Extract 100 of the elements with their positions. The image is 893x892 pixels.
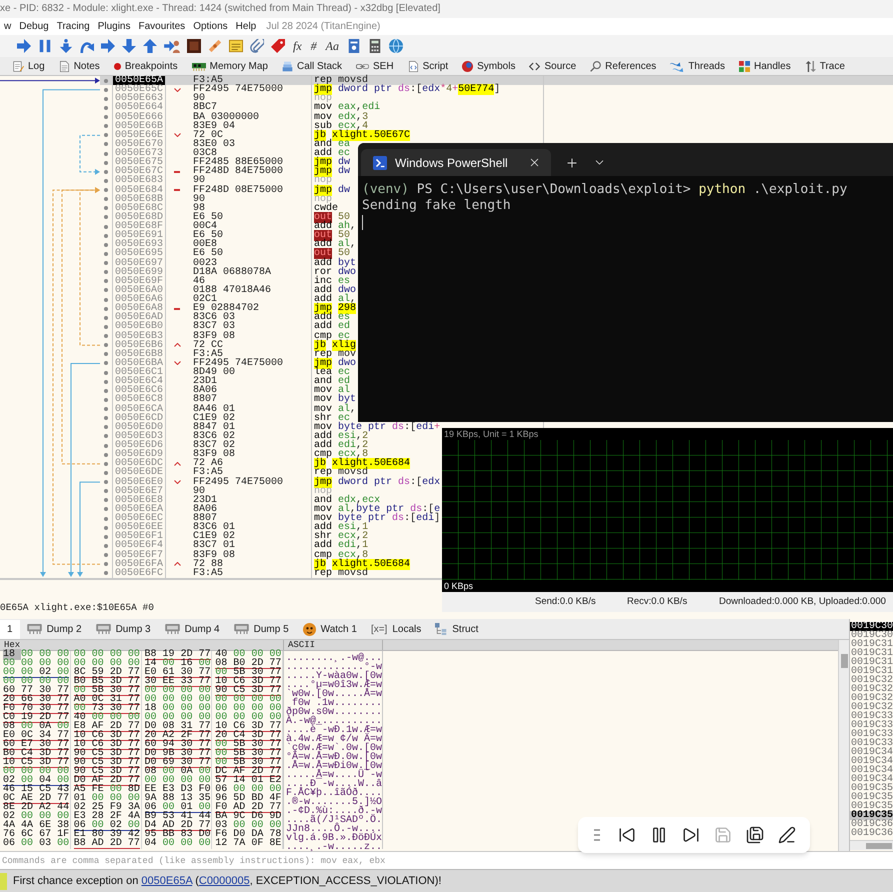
stack-address[interactable]: 0019C30 (850, 631, 893, 640)
menu-item[interactable]: Options (189, 20, 232, 34)
menu-item[interactable]: Help (232, 20, 260, 34)
tab[interactable]: Dump 2 (20, 620, 89, 638)
status-link[interactable]: C0000005 (198, 874, 250, 887)
grip-icon[interactable] (594, 829, 600, 841)
toolbar-button[interactable]: fx (292, 38, 303, 54)
stack-address[interactable]: 0019C32 (850, 703, 893, 712)
tab[interactable]: Log (6, 57, 52, 75)
note-icon[interactable] (229, 39, 243, 53)
stack-address[interactable]: 0019C32 (850, 694, 893, 703)
tab[interactable]: Notes (52, 57, 107, 75)
instruction-bytes: F3:A5 (193, 467, 224, 478)
stack-address[interactable]: 0019C31 (850, 667, 893, 676)
ascii-text: .....Y-wàa0w.[0w (286, 671, 382, 682)
stack-address[interactable]: 0019C31 (850, 640, 893, 649)
status-link[interactable]: 0050E65A (141, 874, 192, 887)
stack-address[interactable]: 0019C35 (850, 784, 893, 793)
address-cell: 0050E6D3 (112, 432, 166, 441)
build-info: Jul 28 2024 (TitanEngine) (265, 20, 380, 34)
tab[interactable]: SEH (349, 57, 401, 75)
tab[interactable]: Trace (798, 57, 852, 75)
plus-icon[interactable] (565, 156, 579, 170)
stack-address[interactable]: 0019C32 (850, 685, 893, 694)
tab[interactable]: Dump 3 (88, 620, 158, 638)
close-icon[interactable] (528, 156, 541, 169)
tab[interactable]: Watch 1 (296, 620, 364, 638)
tile-icon[interactable] (187, 39, 201, 53)
tab[interactable]: Breakpoints (106, 57, 185, 75)
instruction: jb xlight.50E684 (314, 558, 410, 570)
tab[interactable]: Call Stack (274, 57, 349, 75)
hex-bytes: B8 AD 2D 77 (74, 840, 140, 849)
tab[interactable]: References (583, 57, 664, 75)
stack-address[interactable]: 0019C31 (850, 658, 893, 667)
calculator-icon[interactable] (368, 39, 382, 53)
tab[interactable]: Dump 4 (158, 620, 227, 638)
wave-arrows-icon (670, 60, 684, 72)
stack-address[interactable]: 0019C36 (850, 829, 893, 838)
stack-address[interactable]: 0019C34 (850, 748, 893, 757)
instruction-bytes: E6 50 (193, 248, 224, 260)
toolbar-button[interactable]: Aa (324, 38, 340, 54)
arrow-person-icon[interactable] (164, 39, 180, 53)
ascii-text: .Å=w.Å=wÐi0w.[0w (286, 761, 382, 772)
menu-item[interactable]: Favourites (134, 20, 190, 34)
stack-address[interactable]: 0019C33 (850, 721, 893, 730)
paperclip-icon[interactable] (250, 39, 264, 53)
menu-item[interactable]: Debug (15, 20, 53, 34)
skip-back-icon[interactable] (618, 826, 636, 844)
stack-address[interactable]: 0019C34 (850, 775, 893, 784)
menu-item[interactable]: Tracing (52, 20, 94, 34)
terminal-tab[interactable]: Windows PowerShell (361, 149, 551, 176)
menu-item[interactable]: Plugins (94, 20, 134, 34)
save-all-icon[interactable] (746, 826, 764, 844)
tab[interactable]: Handles (732, 57, 798, 75)
menu-item[interactable]: w (0, 20, 16, 34)
toolbar-button[interactable]: # (310, 38, 318, 54)
stack-address[interactable]: 0019C35 (850, 802, 893, 811)
tab[interactable]: 1 (0, 620, 20, 638)
address-cell: 0050E6DE (112, 468, 166, 478)
address-cell: 0050E673 (112, 149, 166, 158)
pen-icon[interactable] (778, 826, 796, 844)
badge-icon[interactable] (347, 39, 362, 53)
stack-address[interactable]: 0019C34 (850, 766, 893, 775)
arrow-right-icon[interactable] (17, 39, 31, 53)
arrow-down-icon[interactable] (59, 39, 73, 53)
command-input[interactable]: Commands are comma separated (like assembly instructions): mov eax, ebx (0, 851, 893, 869)
stack-address[interactable]: 0019C34 (850, 757, 893, 766)
arrows-icon (804, 60, 816, 72)
address-cell: 0050E699 (112, 268, 166, 277)
globe-icon[interactable] (389, 39, 404, 53)
stack-address[interactable]: 0019C33 (850, 739, 893, 748)
tag-icon[interactable] (271, 39, 285, 53)
tab[interactable]: Source (522, 57, 584, 75)
tab[interactable]: [x=] Locals (364, 620, 428, 638)
stack-address[interactable]: 0019C35 (850, 811, 893, 820)
pause-icon[interactable] (650, 826, 668, 844)
tab[interactable]: Memory Map (184, 57, 275, 75)
skip-forward-icon[interactable] (682, 826, 700, 844)
tab[interactable]: Dump 5 (226, 620, 296, 638)
arrow-up-icon[interactable] (143, 39, 157, 53)
arrow-right-icon[interactable] (101, 39, 115, 53)
tab[interactable]: Script (400, 57, 456, 75)
stack-address[interactable]: 0019C30 (850, 622, 893, 631)
tab[interactable]: Symbols (455, 57, 522, 75)
instruction: add edi,2 (314, 440, 368, 451)
tab[interactable]: Threads (663, 57, 732, 75)
stack-address[interactable]: 0019C33 (850, 730, 893, 739)
stack-address[interactable]: 0019C33 (850, 712, 893, 721)
tab[interactable]: Struct (428, 620, 486, 638)
scrollbar[interactable] (850, 840, 893, 850)
memory-icon (164, 624, 180, 634)
scrollbar[interactable] (838, 640, 849, 851)
stack-address[interactable]: 0019C36 (850, 820, 893, 829)
arrow-down-icon[interactable] (122, 39, 136, 53)
stack-address[interactable]: 0019C31 (850, 649, 893, 658)
stack-address[interactable]: 0019C32 (850, 676, 893, 685)
script-icon (408, 60, 419, 72)
bandage-icon[interactable] (208, 39, 222, 53)
search-icon (590, 60, 602, 72)
stack-address[interactable]: 0019C35 (850, 793, 893, 802)
